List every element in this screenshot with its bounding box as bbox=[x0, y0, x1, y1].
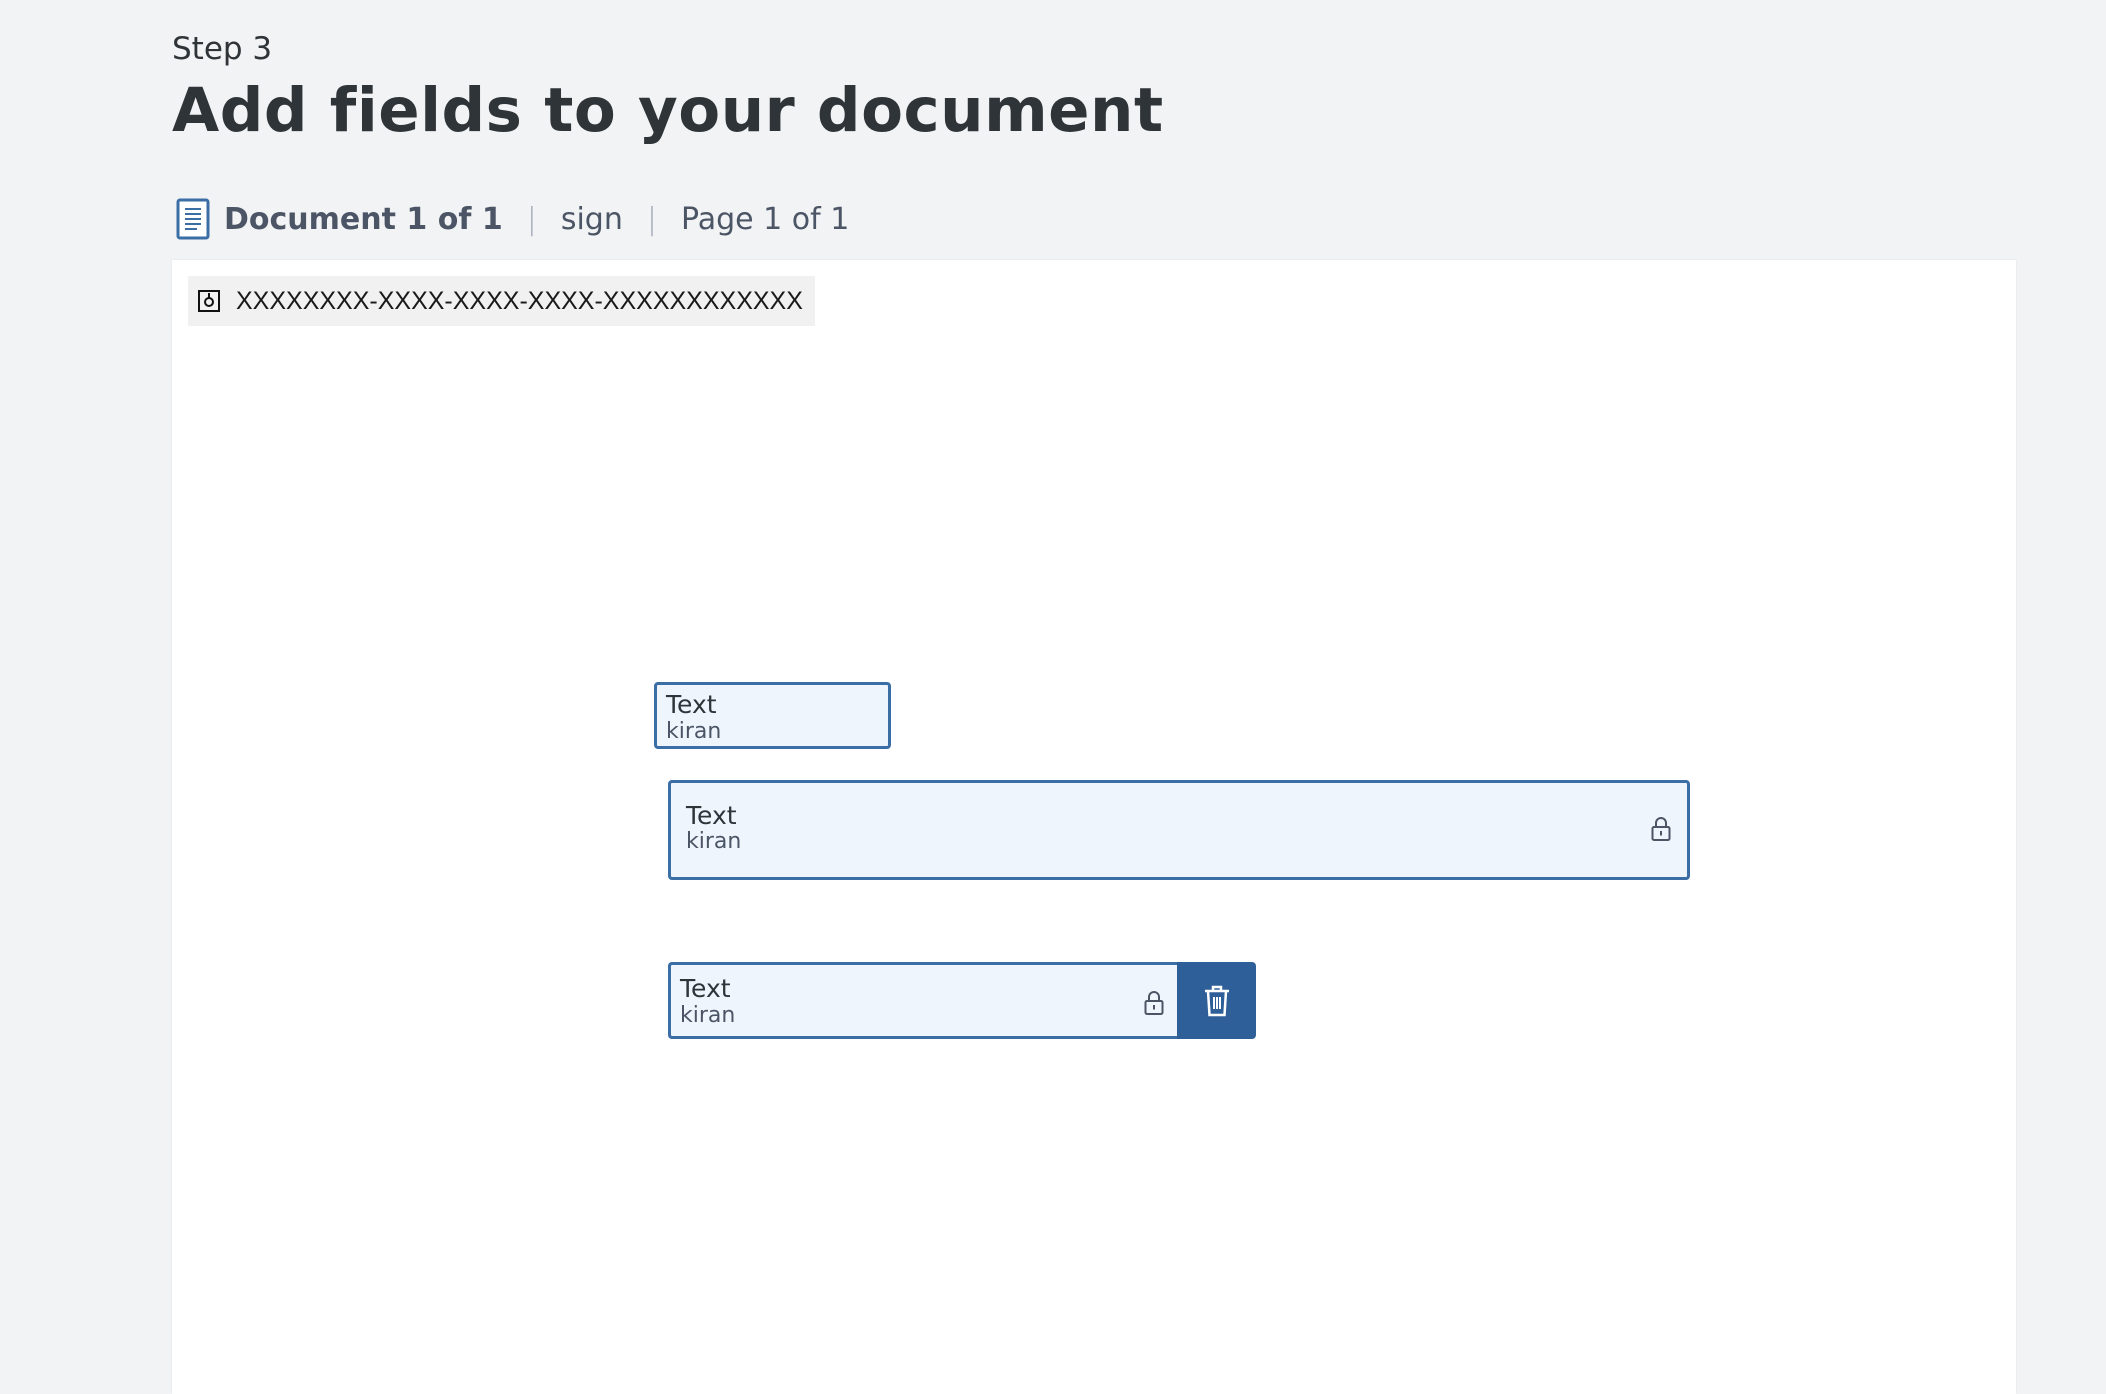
field-type-label: Text bbox=[686, 801, 737, 830]
field-type-label: Text bbox=[666, 690, 717, 719]
envelope-id-badge: XXXXXXXX-XXXX-XXXX-XXXX-XXXXXXXXXXXX bbox=[188, 276, 815, 326]
nav-separator: | bbox=[526, 201, 537, 237]
field-type-label: Text bbox=[680, 974, 731, 1003]
field-recipient: kiran bbox=[686, 829, 742, 854]
document-icon bbox=[176, 198, 210, 240]
document-count: Document 1 of 1 bbox=[224, 201, 503, 237]
field-recipient: kiran bbox=[666, 719, 722, 744]
page-title: Add fields to your document bbox=[172, 75, 1164, 146]
envelope-id-text: XXXXXXXX-XXXX-XXXX-XXXX-XXXXXXXXXXXX bbox=[236, 286, 803, 315]
page-count: Page 1 of 1 bbox=[680, 201, 850, 237]
document-canvas[interactable]: XXXXXXXX-XXXX-XXXX-XXXX-XXXXXXXXXXXX Tex… bbox=[172, 260, 2016, 1394]
text-field-selected[interactable]: Text kiran bbox=[668, 962, 1180, 1039]
step-label: Step 3 bbox=[172, 31, 273, 67]
document-navigation: Document 1 of 1 | sign | Page 1 of 1 bbox=[176, 196, 849, 242]
nav-separator: | bbox=[646, 201, 657, 237]
trash-icon bbox=[1204, 985, 1229, 1016]
delete-field-button[interactable] bbox=[1177, 962, 1256, 1039]
lock-icon bbox=[1144, 991, 1164, 1015]
text-field[interactable]: Text kiran bbox=[654, 682, 891, 749]
document-name: sign bbox=[560, 201, 623, 237]
envelope-id-icon bbox=[198, 290, 220, 312]
text-field[interactable]: Text kiran bbox=[668, 780, 1690, 880]
field-recipient: kiran bbox=[680, 1003, 736, 1028]
lock-icon bbox=[1651, 817, 1671, 841]
